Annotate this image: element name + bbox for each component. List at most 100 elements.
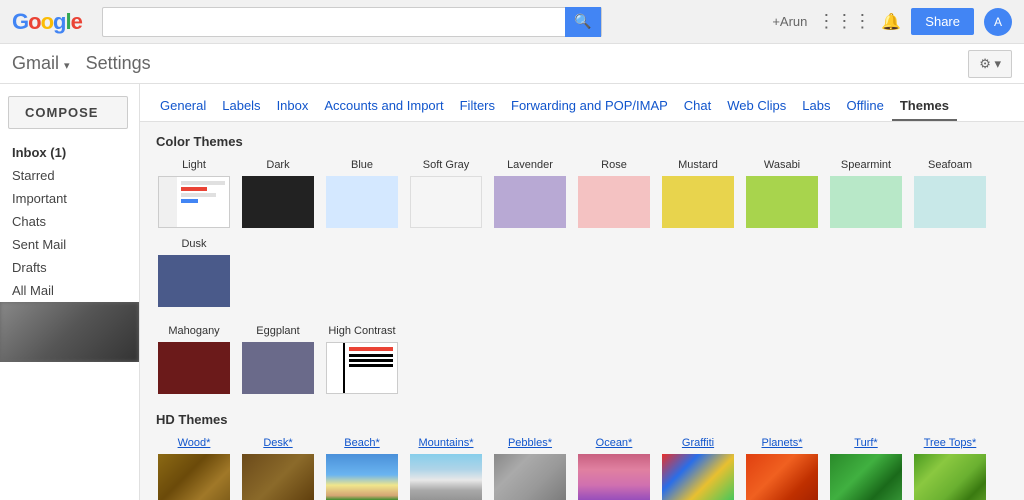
theme-ocean-preview [576,452,652,500]
theme-mountains-label: Mountains* [418,437,473,449]
sidebar-photo [0,302,139,362]
theme-treetops-label: Tree Tops* [924,437,977,449]
theme-mustard-label: Mustard [678,159,718,171]
theme-beach-preview [324,452,400,500]
tab-themes[interactable]: Themes [892,92,957,121]
theme-planets-preview [744,452,820,500]
theme-seafoam-label: Seafoam [928,159,972,171]
main-layout: COMPOSE Inbox (1) Starred Important Chat… [0,84,1024,500]
theme-dusk[interactable]: Dusk [156,238,232,309]
tab-labels[interactable]: Labels [214,92,268,121]
sidebar-item-sent[interactable]: Sent Mail [0,233,139,256]
tab-forwarding[interactable]: Forwarding and POP/IMAP [503,92,676,121]
sidebar-item-chats[interactable]: Chats [0,210,139,233]
theme-blue-label: Blue [351,159,373,171]
theme-highcontrast[interactable]: High Contrast [324,325,400,396]
gear-icon: ⚙ [979,56,991,71]
theme-wasabi-label: Wasabi [764,159,800,171]
theme-desk-label: Desk* [263,437,292,449]
theme-spearmint-label: Spearmint [841,159,891,171]
theme-turf-preview [828,452,904,500]
tab-labs[interactable]: Labs [794,92,838,121]
theme-softgray-label: Soft Gray [423,159,469,171]
theme-graffiti[interactable]: Graffiti [660,437,736,500]
sidebar-item-inbox[interactable]: Inbox (1) [0,141,139,164]
avatar[interactable]: A [984,8,1012,36]
hd-themes-grid: Wood* Desk* Beach* [156,437,1008,500]
theme-lavender[interactable]: Lavender [492,159,568,230]
theme-seafoam[interactable]: Seafoam [912,159,988,230]
theme-wood-label: Wood* [178,437,211,449]
sidebar-item-starred[interactable]: Starred [0,164,139,187]
theme-graffiti-preview [660,452,736,500]
sidebar: COMPOSE Inbox (1) Starred Important Chat… [0,84,140,500]
theme-blue[interactable]: Blue [324,159,400,230]
theme-ocean-label: Ocean* [596,437,633,449]
settings-gear-button[interactable]: ⚙ ▾ [968,50,1012,78]
theme-treetops[interactable]: Tree Tops* [912,437,988,500]
theme-eggplant-label: Eggplant [256,325,299,337]
theme-dusk-label: Dusk [181,238,206,250]
theme-mustard-preview [660,174,736,230]
hd-themes-title: HD Themes [156,412,1008,427]
theme-wasabi[interactable]: Wasabi [744,159,820,230]
notifications-icon[interactable]: 🔔 [881,12,901,32]
theme-turf[interactable]: Turf* [828,437,904,500]
theme-pebbles-preview [492,452,568,500]
user-name[interactable]: +Arun [772,14,807,29]
theme-beach[interactable]: Beach* [324,437,400,500]
share-button[interactable]: Share [911,8,974,35]
theme-wasabi-preview [744,174,820,230]
gmail-dropdown-icon: ▾ [64,60,70,72]
theme-pebbles[interactable]: Pebbles* [492,437,568,500]
content-area: General Labels Inbox Accounts and Import… [140,84,1024,500]
settings-tabs: General Labels Inbox Accounts and Import… [140,84,1024,122]
sidebar-item-drafts[interactable]: Drafts [0,256,139,279]
theme-dark-preview [240,174,316,230]
gmail-title[interactable]: Gmail ▾ [12,53,70,74]
apps-icon[interactable]: ⋮⋮⋮ [817,11,871,32]
theme-spearmint[interactable]: Spearmint [828,159,904,230]
theme-rose[interactable]: Rose [576,159,652,230]
tab-offline[interactable]: Offline [838,92,891,121]
theme-mahogany[interactable]: Mahogany [156,325,232,396]
theme-highcontrast-preview [324,340,400,396]
theme-wood[interactable]: Wood* [156,437,232,500]
tab-filters[interactable]: Filters [452,92,503,121]
theme-mountains[interactable]: Mountains* [408,437,484,500]
color-themes-grid-row2: Mahogany Eggplant High Contrast [156,325,1008,396]
theme-beach-label: Beach* [344,437,379,449]
theme-light[interactable]: Light [156,159,232,230]
settings-title: Settings [86,53,151,74]
theme-graffiti-label: Graffiti [682,437,714,449]
gmail-bar: Gmail ▾ Settings ⚙ ▾ [0,44,1024,84]
tab-chat[interactable]: Chat [676,92,719,121]
tab-general[interactable]: General [152,92,214,121]
compose-button[interactable]: COMPOSE [8,96,128,129]
google-topbar: Google 🔍 +Arun ⋮⋮⋮ 🔔 Share A [0,0,1024,44]
theme-planets[interactable]: Planets* [744,437,820,500]
tab-accounts[interactable]: Accounts and Import [316,92,451,121]
theme-ocean[interactable]: Ocean* [576,437,652,500]
tab-inbox[interactable]: Inbox [269,92,317,121]
theme-mustard[interactable]: Mustard [660,159,736,230]
theme-eggplant-preview [240,340,316,396]
theme-mountains-preview [408,452,484,500]
color-themes-title: Color Themes [156,134,1008,149]
theme-desk[interactable]: Desk* [240,437,316,500]
tab-webclips[interactable]: Web Clips [719,92,794,121]
theme-dusk-preview [156,253,232,309]
theme-dark[interactable]: Dark [240,159,316,230]
theme-eggplant[interactable]: Eggplant [240,325,316,396]
theme-mahogany-label: Mahogany [168,325,219,337]
top-right-actions: +Arun ⋮⋮⋮ 🔔 Share A [772,8,1012,36]
theme-softgray[interactable]: Soft Gray [408,159,484,230]
theme-dark-label: Dark [266,159,289,171]
sidebar-item-important[interactable]: Important [0,187,139,210]
search-input[interactable] [103,14,565,29]
theme-light-preview [156,174,232,230]
theme-seafoam-preview [912,174,988,230]
search-button[interactable]: 🔍 [565,7,601,37]
sidebar-item-allmail[interactable]: All Mail [0,279,139,302]
theme-softgray-preview [408,174,484,230]
